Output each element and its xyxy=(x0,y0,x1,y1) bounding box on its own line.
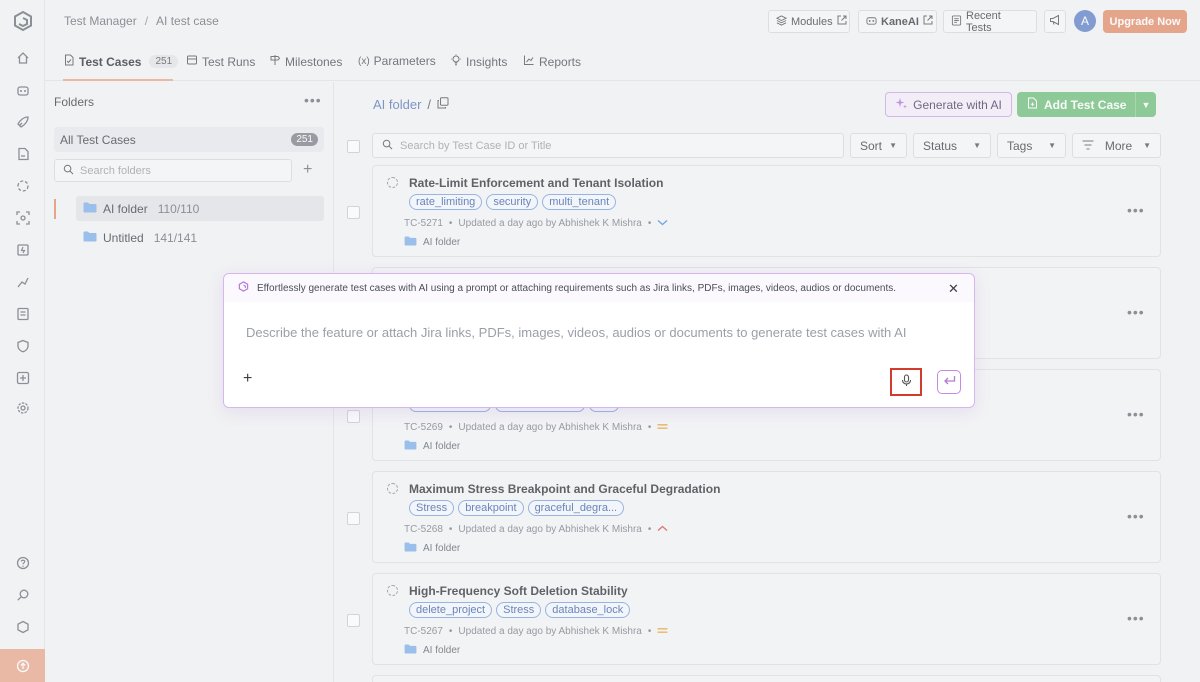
submit-prompt-button[interactable] xyxy=(937,370,961,394)
ai-dialog-header-text: Effortlessly generate test cases with AI… xyxy=(257,282,897,294)
microphone-icon xyxy=(901,374,912,390)
generate-ai-dialog: Effortlessly generate test cases with AI… xyxy=(223,273,975,408)
enter-icon xyxy=(943,375,956,389)
ai-prompt-input[interactable] xyxy=(246,325,946,340)
kaneai-logo-icon xyxy=(238,281,249,295)
microphone-button[interactable] xyxy=(890,368,922,396)
ai-dialog-header: Effortlessly generate test cases with AI… xyxy=(224,274,974,302)
attach-icon[interactable]: + xyxy=(243,370,252,388)
close-icon[interactable]: ✕ xyxy=(948,281,959,297)
